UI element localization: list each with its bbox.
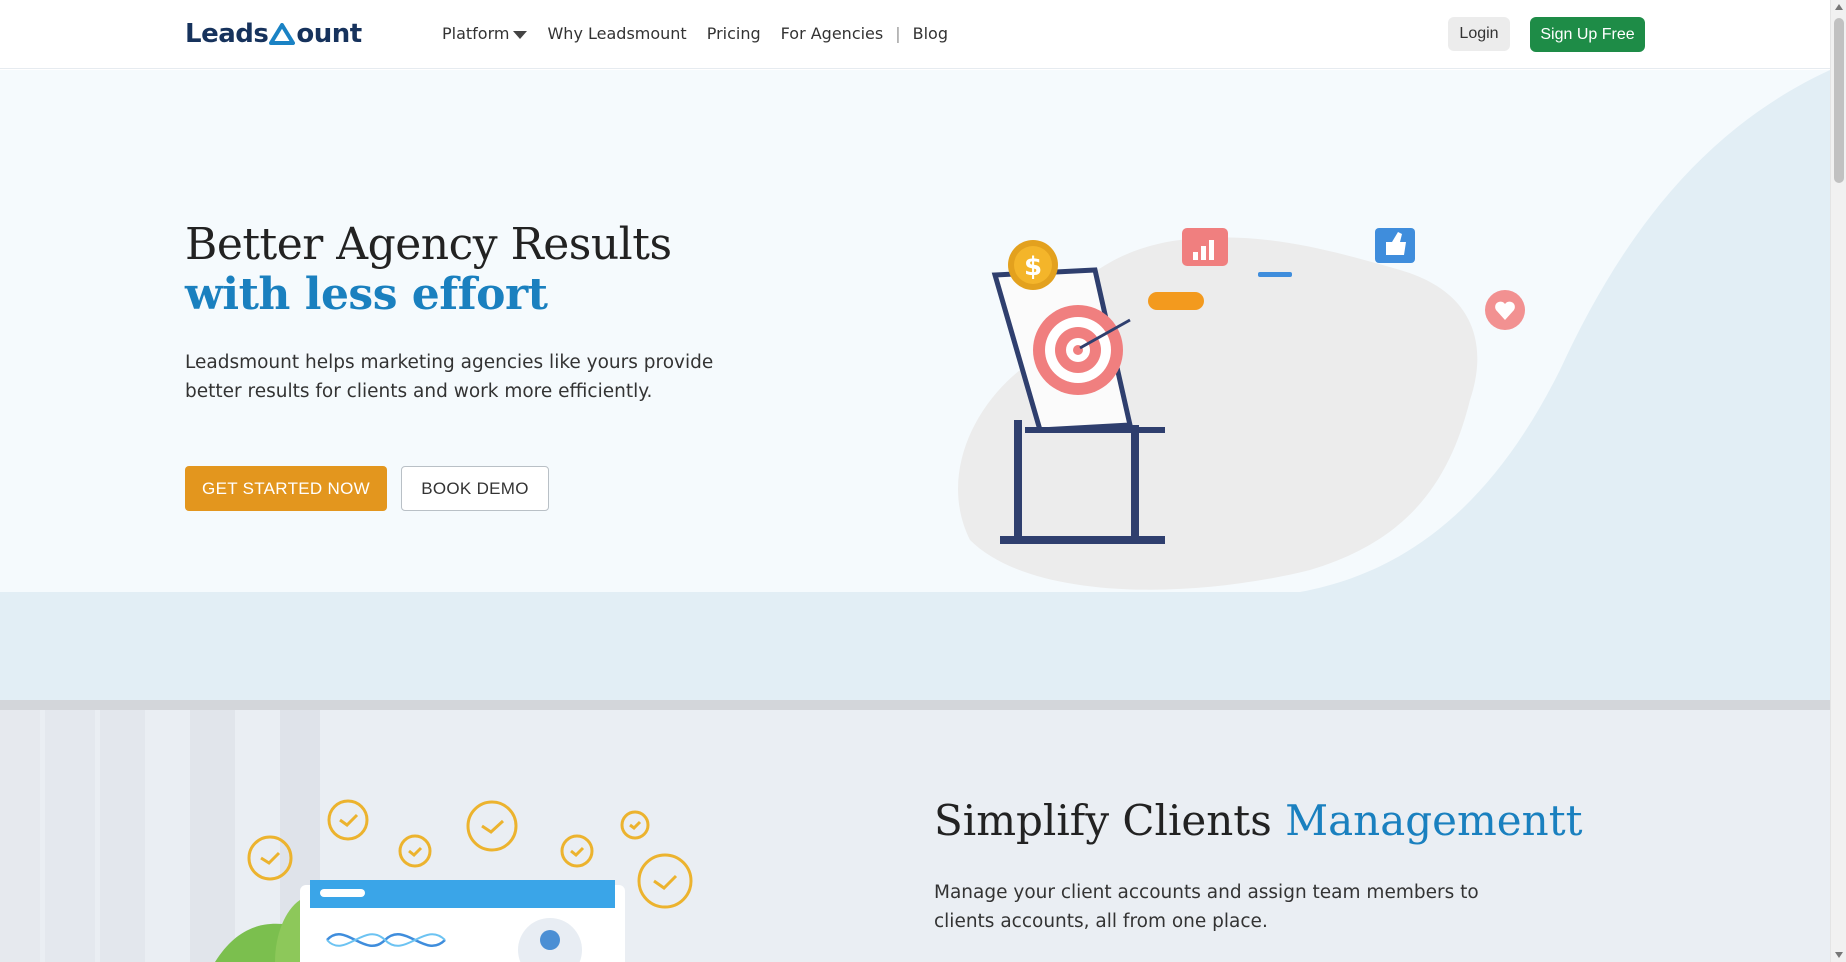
chevron-down-icon bbox=[513, 30, 528, 39]
scrollbar-thumb[interactable] bbox=[1834, 18, 1844, 183]
scroll-up-arrow-icon[interactable] bbox=[1835, 4, 1843, 10]
book-demo-button[interactable]: BOOK DEMO bbox=[401, 466, 549, 511]
section2-title-part1: Simplify Clients bbox=[934, 796, 1272, 845]
svg-text:$: $ bbox=[1024, 252, 1042, 282]
nav-separator: | bbox=[895, 24, 901, 43]
thumbs-up-icon bbox=[1375, 228, 1415, 263]
nav-for-agencies[interactable]: For Agencies bbox=[781, 24, 884, 43]
nav-platform-label: Platform bbox=[442, 24, 510, 43]
section-divider bbox=[0, 700, 1830, 710]
leadsmount-logo[interactable]: Leads ount bbox=[185, 19, 362, 49]
section2-title-accent: Managementt bbox=[1285, 796, 1583, 845]
hero-section: Better Agency Results with less effort L… bbox=[0, 70, 1830, 592]
main-nav: Platform Why Leadsmount Pricing For Agen… bbox=[442, 24, 968, 43]
logo-text-ount: ount bbox=[296, 19, 362, 49]
hero-title-line2: with less effort bbox=[185, 269, 548, 320]
chat-bubble bbox=[1148, 292, 1204, 310]
nav-blog[interactable]: Blog bbox=[913, 24, 948, 43]
hero-bottom-band bbox=[0, 592, 1830, 700]
scroll-down-arrow-icon[interactable] bbox=[1835, 952, 1843, 958]
nav-pricing[interactable]: Pricing bbox=[707, 24, 761, 43]
hero-illustration: $ bbox=[958, 228, 1525, 590]
heart-icon bbox=[1485, 290, 1525, 330]
deco-dash bbox=[1258, 272, 1292, 277]
section2-description: Manage your client accounts and assign t… bbox=[934, 882, 1479, 932]
hero-title: Better Agency Results with less effort bbox=[185, 220, 672, 320]
clients-management-section: Simplify Clients Managementt Manage your… bbox=[0, 710, 1830, 962]
nav-why-leadsmount[interactable]: Why Leadsmount bbox=[547, 24, 686, 43]
login-button[interactable]: Login bbox=[1448, 17, 1510, 51]
page-scrollbar[interactable] bbox=[1830, 0, 1846, 962]
bar-chart-icon bbox=[1182, 228, 1228, 266]
signup-button[interactable]: Sign Up Free bbox=[1530, 17, 1645, 52]
dashboard-card bbox=[300, 880, 625, 962]
logo-mountain-icon bbox=[269, 23, 296, 45]
site-header: Leads ount Platform Why Leadsmount Prici… bbox=[0, 0, 1830, 69]
nav-platform[interactable]: Platform bbox=[442, 24, 528, 43]
dollar-coin-icon: $ bbox=[1008, 240, 1058, 290]
hero-title-line1: Better Agency Results bbox=[185, 219, 672, 270]
clients-illustration bbox=[215, 799, 693, 962]
get-started-button[interactable]: GET STARTED NOW bbox=[185, 466, 387, 511]
section2-title: Simplify Clients Managementt bbox=[934, 796, 1582, 845]
hero-description: Leadsmount helps marketing agencies like… bbox=[185, 352, 714, 402]
logo-text-leads: Leads bbox=[185, 19, 269, 49]
